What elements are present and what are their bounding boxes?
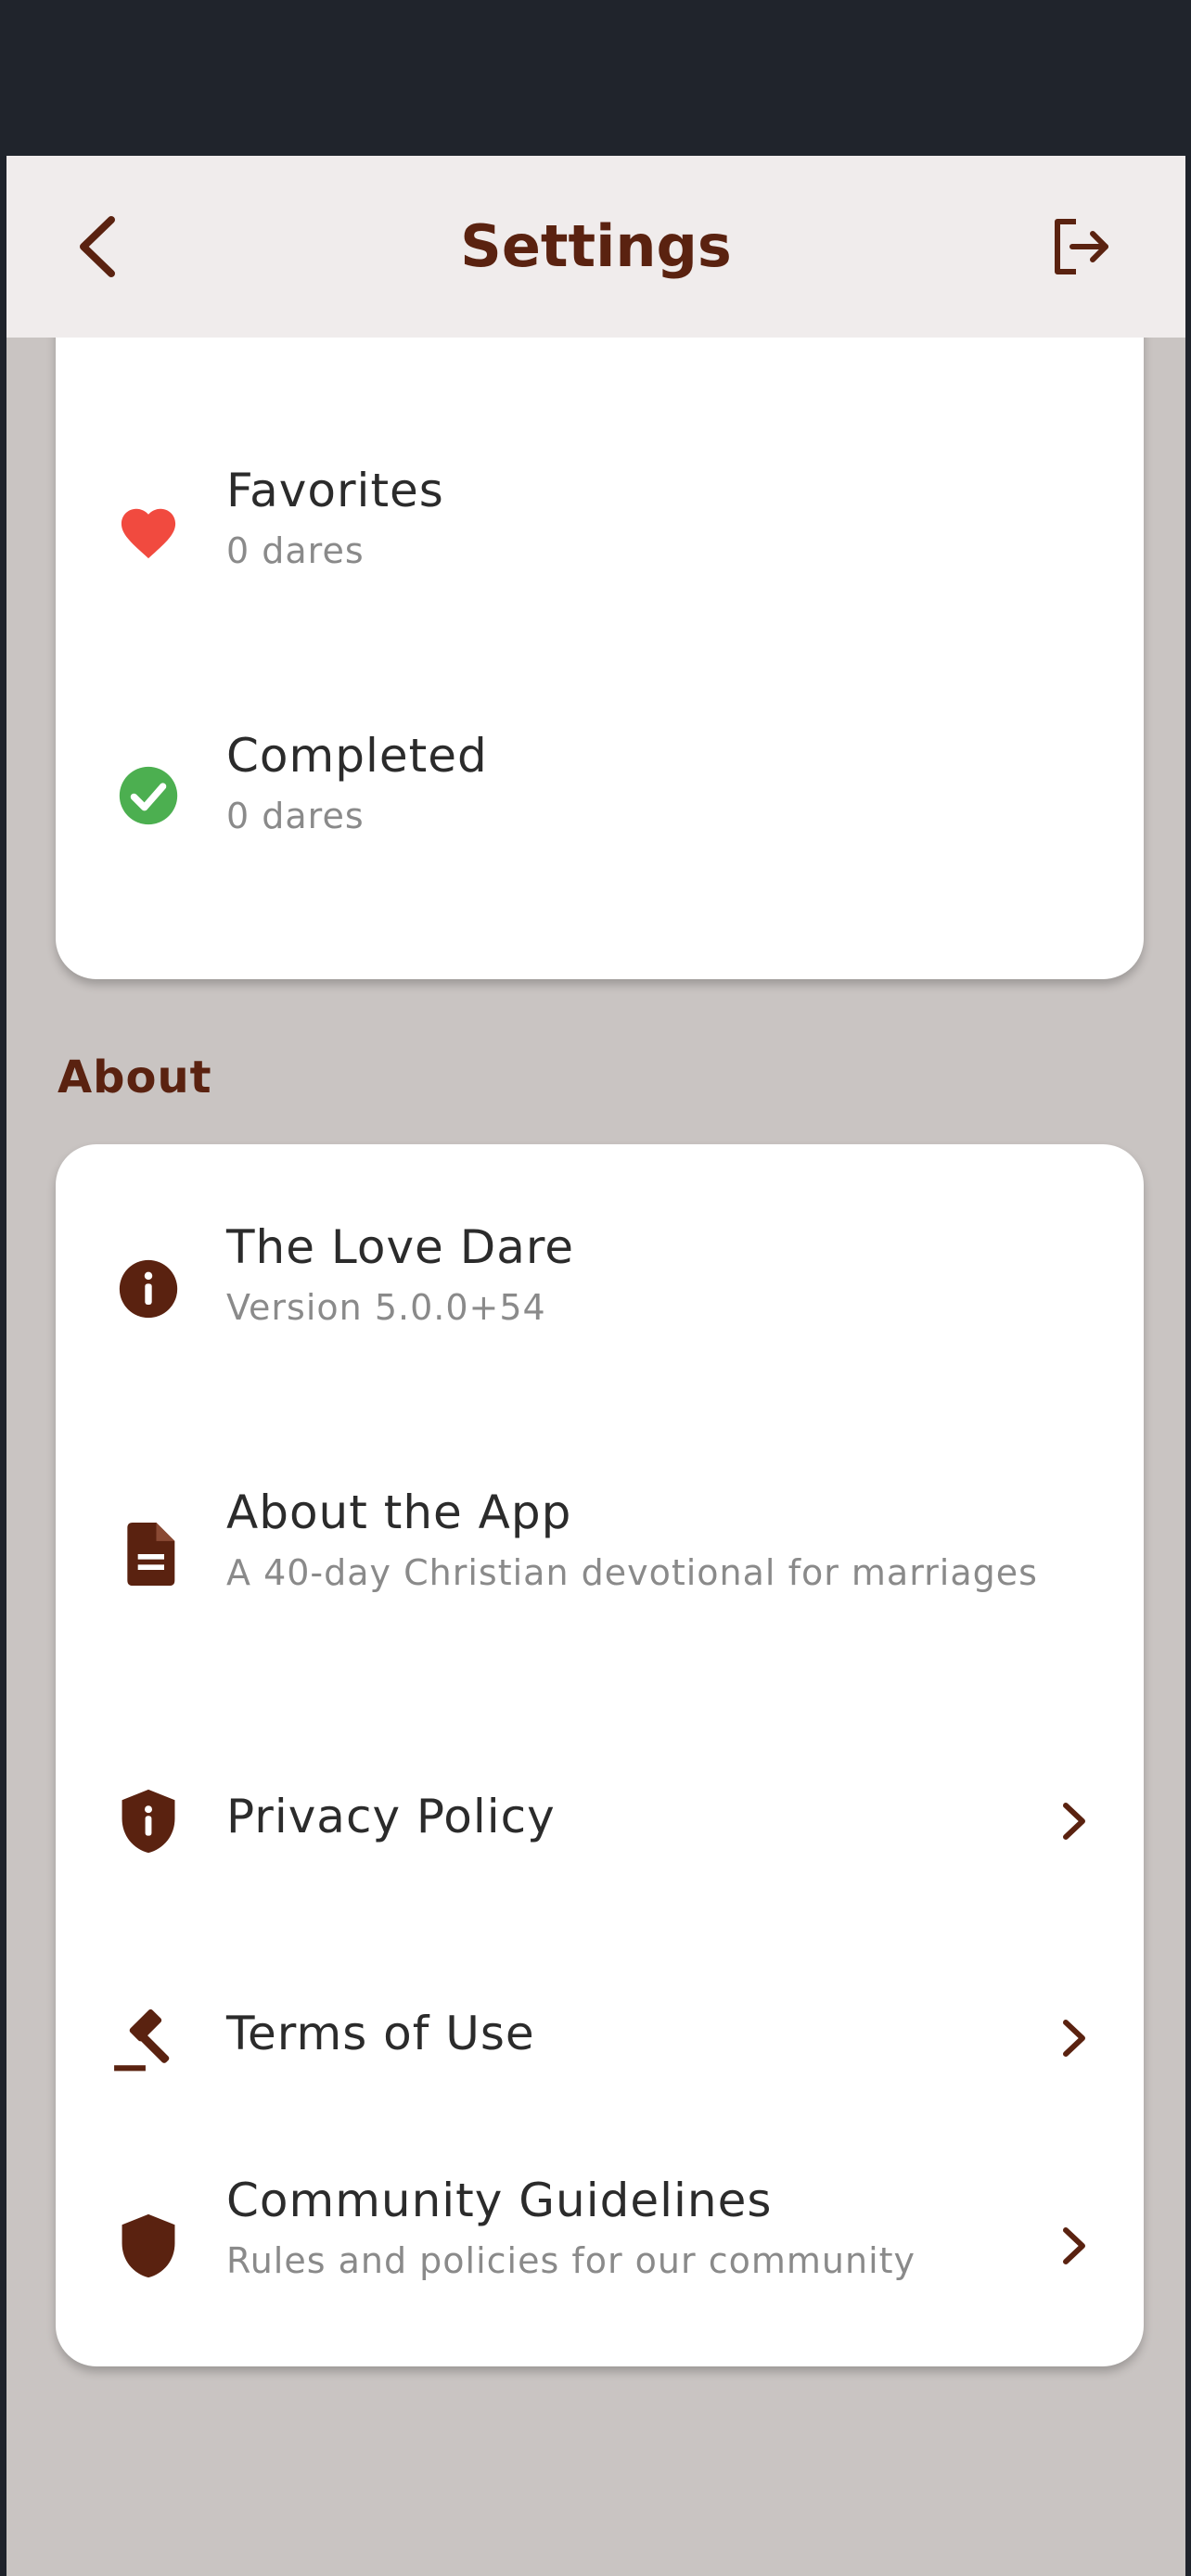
- app-version: Version 5.0.0+54: [226, 1287, 546, 1328]
- page-title: Settings: [460, 212, 732, 280]
- shield-info-icon: [104, 1777, 193, 1866]
- info-icon: [104, 1244, 193, 1333]
- about-app-description: A 40-day Christian devotional for marria…: [226, 1552, 1038, 1593]
- chevron-right-icon: [1046, 2010, 1102, 2066]
- app-version-row: The Love Dare Version 5.0.0+54: [56, 1200, 1144, 1385]
- community-guidelines-description: Rules and policies for our community: [226, 2240, 916, 2281]
- completed-count: 0 dares: [226, 796, 365, 836]
- about-card: The Love Dare Version 5.0.0+54 About the…: [56, 1144, 1144, 2366]
- completed-label: Completed: [226, 729, 488, 783]
- community-guidelines-row[interactable]: Community Guidelines Rules and policies …: [56, 2155, 1144, 2340]
- privacy-policy-label: Privacy Policy: [226, 1790, 556, 1843]
- shield-icon: [104, 2201, 193, 2290]
- about-app-row[interactable]: About the App A 40-day Christian devotio…: [56, 1465, 1144, 1651]
- terms-of-use-label: Terms of Use: [226, 2007, 535, 2060]
- community-guidelines-label: Community Guidelines: [226, 2174, 773, 2227]
- terms-of-use-row[interactable]: Terms of Use: [56, 1955, 1144, 2122]
- heart-icon: [104, 486, 193, 575]
- chevron-right-icon: [1046, 2218, 1102, 2274]
- privacy-policy-row[interactable]: Privacy Policy: [56, 1738, 1144, 1905]
- check-circle-icon: [104, 751, 193, 840]
- favorites-row[interactable]: Favorites 0 dares: [56, 441, 1144, 627]
- favorites-label: Favorites: [226, 464, 444, 517]
- about-app-label: About the App: [226, 1486, 572, 1539]
- settings-screen: Settings tabs Favorites 0 dares: [6, 156, 1185, 2576]
- app-header: Settings: [6, 156, 1185, 338]
- completed-row[interactable]: Completed 0 dares: [56, 707, 1144, 892]
- gavel-icon: [104, 1994, 193, 2083]
- document-icon: [104, 1510, 193, 1599]
- chevron-right-icon: [1046, 1793, 1102, 1849]
- logout-icon: [1055, 219, 1108, 274]
- status-bar: [0, 0, 1191, 156]
- favorites-count: 0 dares: [226, 530, 365, 571]
- section-label-about: About: [58, 1052, 212, 1103]
- app-name-label: The Love Dare: [226, 1220, 575, 1274]
- logout-button[interactable]: [1044, 210, 1118, 284]
